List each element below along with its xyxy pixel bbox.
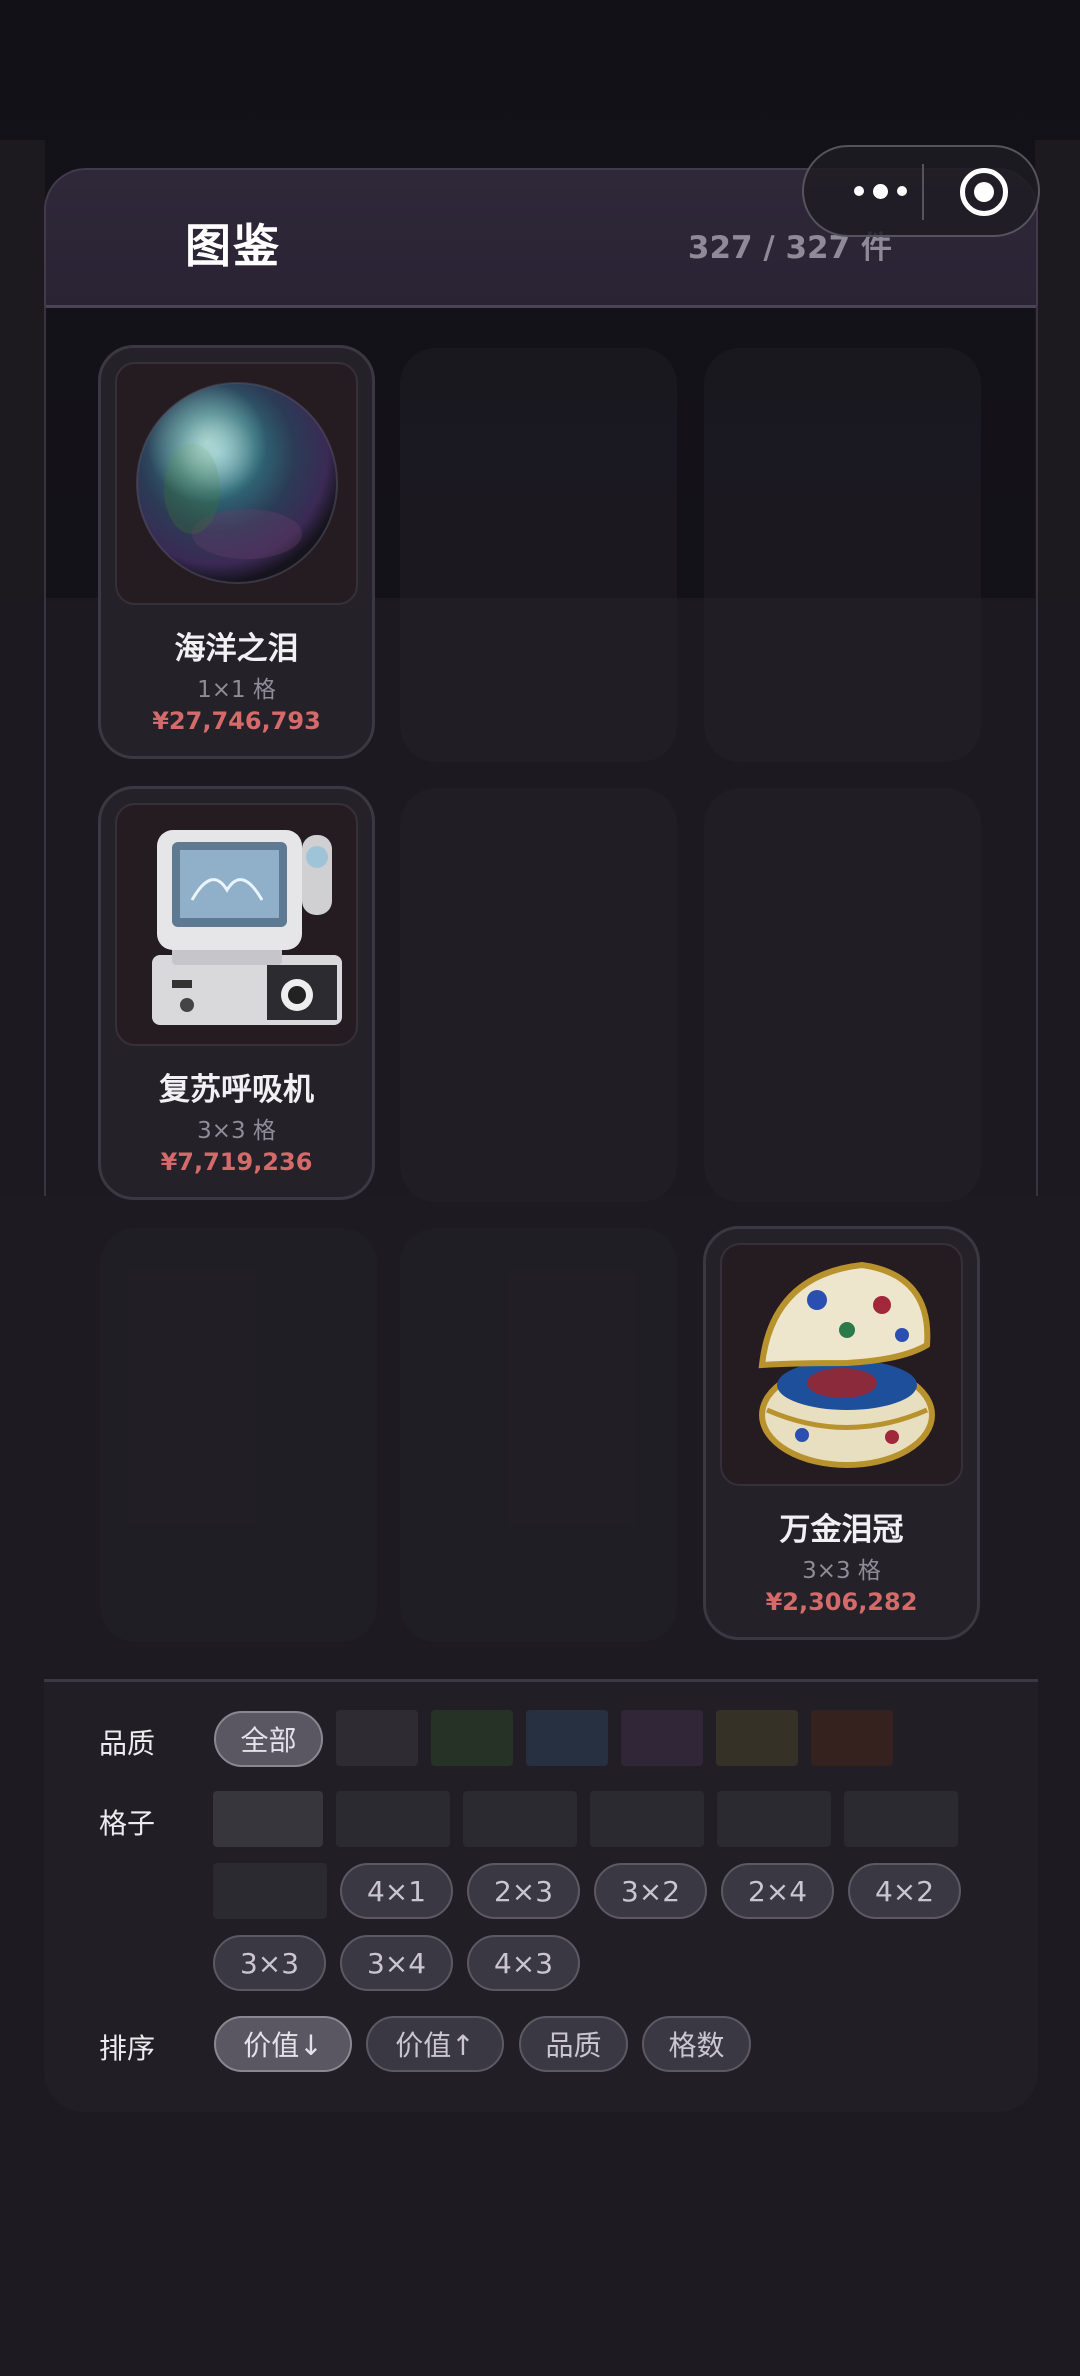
placeholder-card <box>400 788 677 1202</box>
placeholder-card <box>704 788 981 1202</box>
item-price: ¥2,306,282 <box>765 1588 918 1616</box>
grid-chip[interactable]: 4×3 <box>467 1935 580 1991</box>
placeholder-card <box>400 1228 677 1642</box>
item-size: 3×3 格 <box>197 1118 276 1144</box>
quality-swatch-green[interactable] <box>431 1710 513 1766</box>
grid-chip[interactable]: 3×4 <box>340 1935 453 1991</box>
more-dots-icon[interactable] <box>838 173 922 209</box>
target-circle-icon[interactable] <box>960 168 1008 216</box>
placeholder-card <box>100 1228 377 1642</box>
quality-label: 品质 <box>99 1727 156 1760</box>
background-side-right <box>1035 140 1080 600</box>
grid-chip-blank[interactable] <box>844 1791 958 1847</box>
sort-chip-size[interactable]: 格数 <box>642 2016 751 2072</box>
menu-capsule <box>802 145 1040 237</box>
item-card[interactable]: 海洋之泪 1×1 格 ¥27,746,793 <box>98 345 375 759</box>
faberge-egg-image <box>720 1243 963 1486</box>
item-card[interactable]: 万金泪冠 3×3 格 ¥2,306,282 <box>703 1226 980 1640</box>
grid-chip[interactable]: 2×3 <box>467 1863 580 1919</box>
quality-swatch-white[interactable] <box>336 1710 418 1766</box>
page-title: 图鉴 <box>185 219 281 273</box>
quality-swatch-gold[interactable] <box>716 1710 798 1766</box>
grid-chip[interactable]: 2×4 <box>721 1863 834 1919</box>
pearl-image <box>115 362 358 605</box>
quality-chip-all[interactable]: 全部 <box>214 1711 323 1767</box>
placeholder-card <box>400 348 677 762</box>
grid-chip-blank[interactable] <box>213 1791 323 1847</box>
grid-chip[interactable]: 3×3 <box>213 1935 326 1991</box>
sort-chip-value-asc[interactable]: 价值↑ <box>366 2016 504 2072</box>
item-size: 3×3 格 <box>802 1558 881 1584</box>
quality-swatch-red[interactable] <box>811 1710 893 1766</box>
grid-chip-blank[interactable] <box>213 1863 327 1919</box>
sort-label: 排序 <box>99 2032 156 2065</box>
item-card[interactable]: 复苏呼吸机 3×3 格 ¥7,719,236 <box>98 786 375 1200</box>
grid-chip-blank[interactable] <box>463 1791 577 1847</box>
grid-chip-blank[interactable] <box>717 1791 831 1847</box>
grid-label: 格子 <box>99 1807 156 1840</box>
item-price: ¥7,719,236 <box>160 1148 313 1176</box>
grid-chip-blank[interactable] <box>590 1791 704 1847</box>
item-name: 万金泪冠 <box>779 1512 904 1548</box>
sort-chip-value-desc[interactable]: 价值↓ <box>214 2016 352 2072</box>
item-name: 复苏呼吸机 <box>159 1072 314 1108</box>
item-name: 海洋之泪 <box>174 631 299 667</box>
grid-chip[interactable]: 4×2 <box>848 1863 961 1919</box>
sort-chip-quality[interactable]: 品质 <box>519 2016 628 2072</box>
ventilator-image <box>115 803 358 1046</box>
quality-swatch-blue[interactable] <box>526 1710 608 1766</box>
grid-chip[interactable]: 3×2 <box>594 1863 707 1919</box>
quality-swatch-purple[interactable] <box>621 1710 703 1766</box>
item-size: 1×1 格 <box>197 677 276 703</box>
grid-chip-blank[interactable] <box>336 1791 450 1847</box>
capsule-divider <box>922 164 924 220</box>
placeholder-card <box>704 348 981 762</box>
grid-chip[interactable]: 4×1 <box>340 1863 453 1919</box>
item-price: ¥27,746,793 <box>152 707 321 735</box>
